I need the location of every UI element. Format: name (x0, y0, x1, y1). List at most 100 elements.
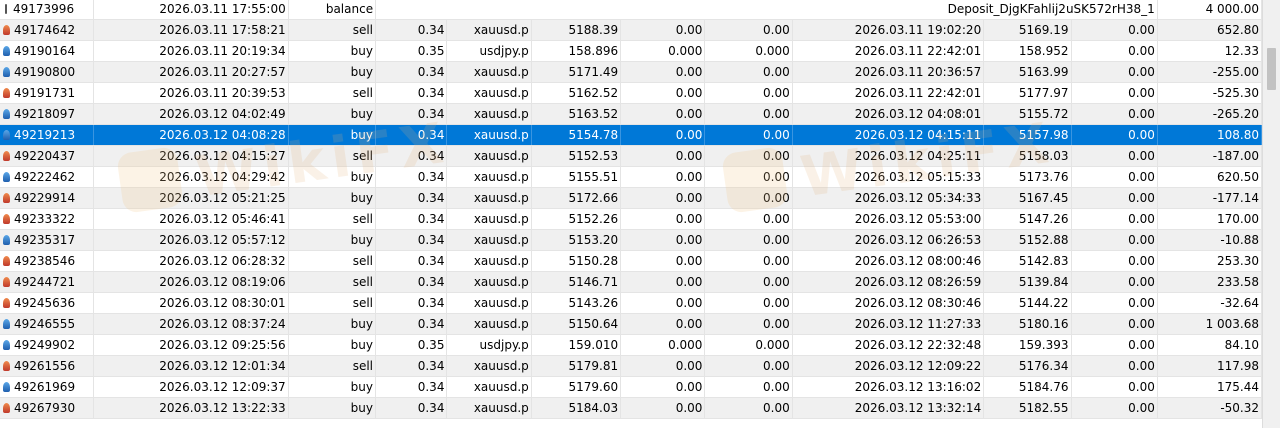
cell-symbol: xauusd.p (447, 251, 532, 271)
cell-tp: 0.00 (705, 356, 793, 376)
buy-order-icon (3, 46, 10, 56)
cell-type: buy (289, 335, 376, 355)
cell-swap: 0.00 (1072, 314, 1158, 334)
cell-close-price: 5180.16 (984, 314, 1072, 334)
table-row[interactable]: 49190164 2026.03.11 20:19:34 buy 0.35 usdjpy… (0, 41, 1263, 62)
cell-sl: 0.00 (621, 188, 706, 208)
cell-tp: 0.00 (705, 146, 793, 166)
cell-price: 5153.20 (532, 230, 622, 250)
cell-price: 159.010 (532, 335, 622, 355)
table-row[interactable]: 49220437 2026.03.12 04:15:27 sell 0.34 xauus… (0, 146, 1263, 167)
balance-icon (5, 4, 7, 14)
cell-close-time: 2026.03.12 04:08:01 (793, 104, 985, 124)
cell-volume: 0.34 (376, 251, 448, 271)
cell-open-time: 2026.03.12 04:08:28 (94, 125, 289, 145)
table-row[interactable]: 49229914 2026.03.12 05:21:25 buy 0.34 xauusd… (0, 188, 1263, 209)
cell-tp: 0.000 (705, 335, 793, 355)
cell-type: buy (289, 377, 376, 397)
table-row[interactable]: 49249902 2026.03.12 09:25:56 buy 0.35 usdjpy… (0, 335, 1263, 356)
cell-type: sell (289, 356, 376, 376)
ticket-number: 49235317 (14, 233, 76, 247)
cell-symbol: xauusd.p (447, 20, 532, 40)
table-row[interactable]: 49238546 2026.03.12 06:28:32 sell 0.34 xauus… (0, 251, 1263, 272)
cell-close-time: 2026.03.12 22:32:48 (793, 335, 985, 355)
trade-history-grid: 49173996 2026.03.11 17:55:00 balance Deposi… (0, 0, 1280, 428)
cell-open-time: 2026.03.12 06:28:32 (94, 251, 289, 271)
cell-price: 5171.49 (532, 62, 622, 82)
ticket-number: 49173996 (13, 2, 75, 16)
cell-open-time: 2026.03.12 08:37:24 (94, 314, 289, 334)
cell-price: 5152.26 (532, 209, 622, 229)
cell-profit: -187.00 (1158, 146, 1263, 166)
cell-swap: 0.00 (1072, 356, 1158, 376)
cell-close-price: 5147.26 (984, 209, 1072, 229)
cell-symbol: xauusd.p (447, 377, 532, 397)
cell-symbol: xauusd.p (447, 188, 532, 208)
cell-close-price: 5176.34 (984, 356, 1072, 376)
table-row[interactable]: 49235317 2026.03.12 05:57:12 buy 0.34 xauusd… (0, 230, 1263, 251)
cell-close-time: 2026.03.11 19:02:20 (793, 20, 985, 40)
table-row[interactable]: 49244721 2026.03.12 08:19:06 sell 0.34 xauus… (0, 272, 1263, 293)
cell-ticket: 49261556 (0, 356, 95, 376)
cell-symbol: xauusd.p (447, 293, 532, 313)
table-row[interactable]: 49261969 2026.03.12 12:09:37 buy 0.34 xauusd… (0, 377, 1263, 398)
cell-price: 5155.51 (532, 167, 622, 187)
ticket-number: 49229914 (14, 191, 76, 205)
cell-type: buy (289, 125, 376, 145)
table-row[interactable]: 49190800 2026.03.11 20:27:57 buy 0.34 xauusd… (0, 62, 1263, 83)
cell-type: buy (289, 398, 376, 418)
cell-swap: 0.00 (1072, 272, 1158, 292)
table-row[interactable]: 49173996 2026.03.11 17:55:00 balance Deposi… (0, 0, 1262, 20)
table-row[interactable]: 49233322 2026.03.12 05:46:41 sell 0.34 xauus… (0, 209, 1263, 230)
table-row[interactable]: 49222462 2026.03.12 04:29:42 buy 0.34 xauusd… (0, 167, 1263, 188)
ticket-number: 49190800 (14, 65, 76, 79)
sell-order-icon (3, 256, 10, 266)
cell-price: 5154.78 (532, 125, 622, 145)
cell-volume: 0.34 (376, 62, 448, 82)
cell-profit: 233.58 (1158, 272, 1263, 292)
cell-symbol: xauusd.p (447, 230, 532, 250)
cell-open-time: 2026.03.12 05:57:12 (94, 230, 289, 250)
sell-order-icon (3, 361, 10, 371)
table-row[interactable]: 49174642 2026.03.11 17:58:21 sell 0.34 xauus… (0, 20, 1263, 41)
cell-close-time: 2026.03.12 04:15:11 (793, 125, 985, 145)
sell-order-icon (3, 193, 10, 203)
cell-volume: 0.34 (376, 377, 448, 397)
cell-volume: 0.34 (376, 83, 448, 103)
ticket-number: 49190164 (14, 44, 76, 58)
scrollbar-thumb[interactable] (1267, 48, 1276, 90)
table-row[interactable]: 49191731 2026.03.11 20:39:53 sell 0.34 xauus… (0, 83, 1263, 104)
cell-sl: 0.00 (621, 20, 706, 40)
ticket-number: 49222462 (14, 170, 76, 184)
table-row[interactable]: 49246555 2026.03.12 08:37:24 buy 0.34 xauusd… (0, 314, 1263, 335)
cell-sl: 0.00 (621, 398, 706, 418)
cell-open-time: 2026.03.11 17:55:00 (94, 0, 289, 19)
ticket-number: 49267930 (14, 401, 76, 415)
vertical-scrollbar[interactable] (1262, 0, 1280, 428)
table-row[interactable]: 49267930 2026.03.12 13:22:33 buy 0.34 xauusd… (0, 398, 1263, 419)
cell-open-time: 2026.03.12 08:30:01 (94, 293, 289, 313)
cell-close-price: 5167.45 (984, 188, 1072, 208)
ticket-number: 49261969 (14, 380, 76, 394)
cell-ticket: 49191731 (0, 83, 95, 103)
cell-volume: 0.34 (376, 167, 448, 187)
sell-order-icon (3, 88, 10, 98)
cell-close-price: 5158.03 (984, 146, 1072, 166)
table-row[interactable]: 49218097 2026.03.12 04:02:49 buy 0.34 xauusd… (0, 104, 1263, 125)
cell-type: buy (289, 167, 376, 187)
cell-sl: 0.00 (621, 209, 706, 229)
cell-volume: 0.34 (376, 230, 448, 250)
cell-profit: -255.00 (1158, 62, 1263, 82)
cell-profit: 253.30 (1158, 251, 1263, 271)
table-row[interactable]: 49261556 2026.03.12 12:01:34 sell 0.34 xauus… (0, 356, 1263, 377)
cell-close-price: 5182.55 (984, 398, 1072, 418)
table-row[interactable]: 49245636 2026.03.12 08:30:01 sell 0.34 xauus… (0, 293, 1263, 314)
cell-type: sell (289, 251, 376, 271)
cell-close-price: 5155.72 (984, 104, 1072, 124)
cell-close-price: 5152.88 (984, 230, 1072, 250)
cell-symbol: xauusd.p (447, 125, 532, 145)
cell-ticket: 49245636 (0, 293, 95, 313)
table-row-selected[interactable]: 49219213 2026.03.12 04:08:28 buy 0.34 xauusd… (0, 125, 1263, 146)
cell-close-price: 5184.76 (984, 377, 1072, 397)
cell-close-time: 2026.03.12 05:15:33 (793, 167, 985, 187)
